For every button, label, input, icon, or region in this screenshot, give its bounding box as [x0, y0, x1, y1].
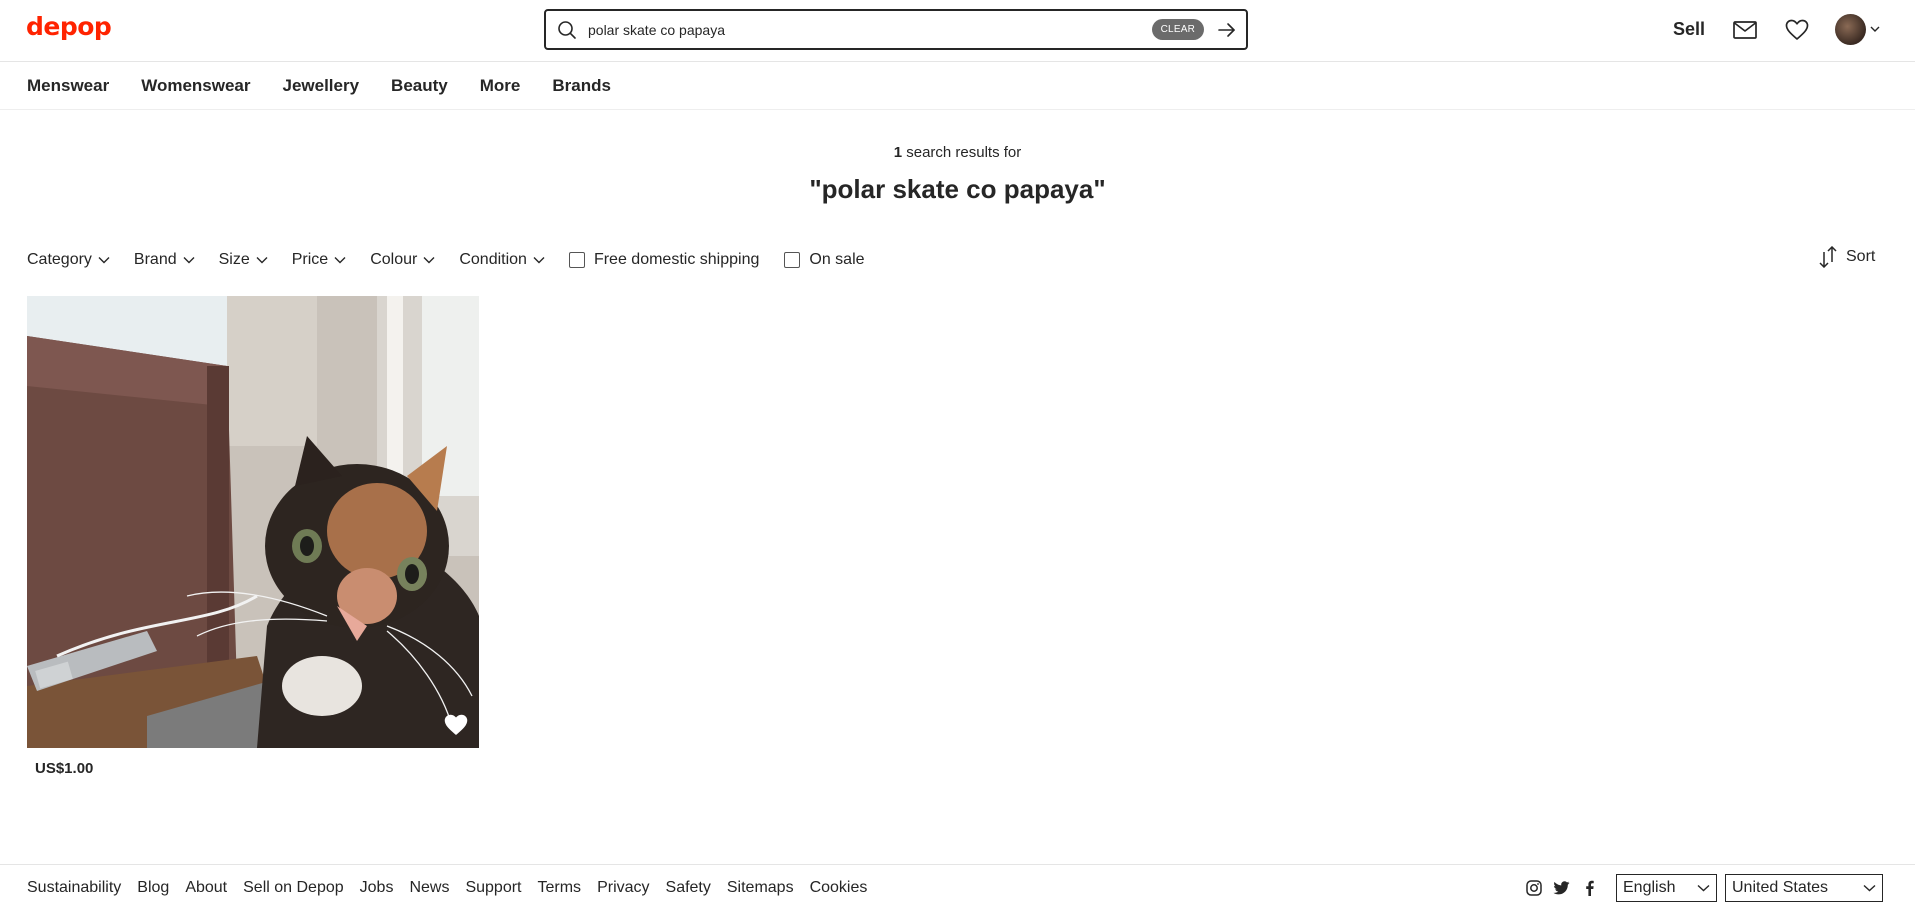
- product-image[interactable]: [27, 296, 479, 748]
- free-shipping-filter[interactable]: Free domestic shipping: [568, 251, 760, 269]
- result-count: 1 search results for: [0, 144, 1915, 161]
- product-price: US$1.00: [35, 760, 94, 777]
- chevron-down-icon: [423, 256, 435, 264]
- filter-label: Brand: [133, 251, 177, 268]
- sort-label: Sort: [1846, 248, 1876, 265]
- filter-bar: Category Brand Size Price Colour Conditi…: [27, 248, 890, 272]
- account-menu[interactable]: [1835, 14, 1880, 45]
- country-select[interactable]: United States: [1725, 874, 1883, 902]
- footer-link-jobs[interactable]: Jobs: [360, 879, 394, 897]
- nav-more[interactable]: More: [480, 76, 521, 96]
- depop-logo[interactable]: depop: [26, 12, 112, 41]
- filter-brand[interactable]: Brand: [134, 251, 195, 269]
- chevron-down-icon: [98, 256, 110, 264]
- sort-button[interactable]: Sort: [1818, 246, 1875, 268]
- result-count-suffix: search results for: [902, 144, 1022, 161]
- chevron-down-icon: [1863, 884, 1876, 892]
- language-value: English: [1623, 879, 1676, 896]
- filter-size[interactable]: Size: [219, 251, 268, 269]
- filter-label: Condition: [459, 251, 527, 268]
- footer-link-support[interactable]: Support: [465, 879, 521, 897]
- footer-link-sell-on-depop[interactable]: Sell on Depop: [243, 879, 344, 897]
- checkbox-label: Free domestic shipping: [593, 251, 760, 268]
- sell-link[interactable]: Sell: [1673, 19, 1705, 40]
- result-query-title: "polar skate co papaya": [809, 174, 1106, 204]
- footer-link-blog[interactable]: Blog: [137, 879, 169, 897]
- chevron-down-icon: [334, 256, 346, 264]
- free-shipping-checkbox[interactable]: [568, 252, 585, 268]
- chevron-down-icon: [183, 256, 195, 264]
- checkbox-label: On sale: [809, 251, 865, 268]
- top-header: depop CLEAR Sell: [0, 0, 1915, 62]
- language-select[interactable]: English: [1616, 874, 1717, 902]
- mail-icon[interactable]: [1732, 17, 1758, 43]
- clear-search-button[interactable]: CLEAR: [1151, 19, 1204, 40]
- on-sale-filter[interactable]: On sale: [784, 251, 865, 269]
- on-sale-checkbox[interactable]: [784, 252, 801, 268]
- result-count-number: 1: [893, 144, 903, 161]
- filter-price[interactable]: Price: [292, 251, 346, 269]
- filter-label: Category: [27, 251, 92, 268]
- filter-label: Size: [218, 251, 250, 268]
- chevron-down-icon: [256, 256, 268, 264]
- footer-link-safety[interactable]: Safety: [666, 879, 711, 897]
- search-bar[interactable]: CLEAR: [544, 9, 1248, 50]
- country-value: United States: [1732, 879, 1829, 896]
- filter-category[interactable]: Category: [27, 251, 110, 269]
- filter-colour[interactable]: Colour: [370, 251, 435, 269]
- filter-condition[interactable]: Condition: [459, 251, 545, 269]
- sort-icon: [1818, 246, 1838, 268]
- nav-beauty[interactable]: Beauty: [391, 76, 448, 96]
- footer-link-news[interactable]: News: [409, 879, 449, 897]
- category-nav: Menswear Womenswear Jewellery Beauty Mor…: [0, 62, 1915, 110]
- facebook-icon[interactable]: [1579, 878, 1599, 898]
- nav-brands[interactable]: Brands: [552, 76, 611, 96]
- footer-link-sustainability[interactable]: Sustainability: [27, 879, 121, 897]
- arrow-right-icon[interactable]: [1216, 19, 1238, 41]
- filter-label: Colour: [370, 251, 418, 268]
- nav-jewellery[interactable]: Jewellery: [282, 76, 359, 96]
- search-icon: [556, 19, 578, 41]
- footer-link-privacy[interactable]: Privacy: [597, 879, 649, 897]
- nav-menswear[interactable]: Menswear: [27, 76, 109, 96]
- footer-link-sitemaps[interactable]: Sitemaps: [727, 879, 794, 897]
- footer-links: Sustainability Blog About Sell on Depop …: [27, 879, 883, 897]
- chevron-down-icon: [1697, 884, 1710, 892]
- chevron-down-icon: [533, 256, 545, 264]
- footer-link-cookies[interactable]: Cookies: [810, 879, 868, 897]
- filter-label: Price: [291, 251, 329, 268]
- like-heart-icon[interactable]: [443, 712, 469, 738]
- footer-link-about[interactable]: About: [185, 879, 227, 897]
- instagram-icon[interactable]: [1524, 878, 1544, 898]
- footer-link-terms[interactable]: Terms: [538, 879, 582, 897]
- search-input[interactable]: [588, 21, 1152, 38]
- heart-icon[interactable]: [1784, 17, 1810, 43]
- footer: Sustainability Blog About Sell on Depop …: [0, 864, 1915, 910]
- chevron-down-icon: [1870, 26, 1880, 33]
- product-card[interactable]: US$1.00: [27, 296, 479, 777]
- nav-womenswear[interactable]: Womenswear: [141, 76, 250, 96]
- twitter-icon[interactable]: [1551, 878, 1571, 898]
- avatar[interactable]: [1835, 14, 1866, 45]
